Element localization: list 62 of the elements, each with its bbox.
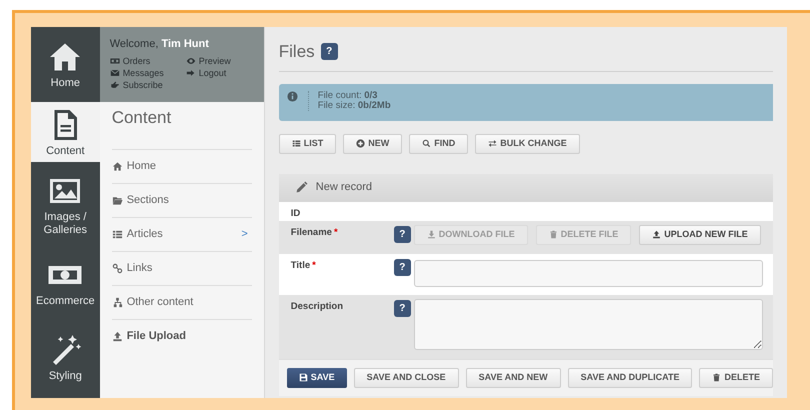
page-title: Files <box>278 41 315 63</box>
user-menu-link[interactable]: Subscribe <box>110 78 186 90</box>
action-button[interactable]: SAVE AND DUPLICATE <box>568 368 692 388</box>
search-icon <box>422 139 432 148</box>
nav-item[interactable]: Other content <box>112 286 252 320</box>
required-mark: * <box>312 258 316 272</box>
sitemap-icon <box>112 296 123 308</box>
swap-arrows-icon <box>488 139 498 148</box>
toolbar-button[interactable]: LIST <box>278 134 336 154</box>
submenu-arrow: > <box>241 226 249 242</box>
toolbar-button[interactable]: NEW <box>343 134 402 154</box>
nav-item[interactable]: Links <box>112 252 252 286</box>
file-button[interactable]: UPLOAD NEW FILE <box>639 224 761 244</box>
upload-icon <box>112 331 123 342</box>
welcome-text: Welcome, Tim Hunt <box>110 37 210 52</box>
field-label: Description <box>290 300 344 314</box>
info-text: File size: 0b/2Mb <box>318 100 391 110</box>
link-icon <box>112 262 123 274</box>
user-menu-link[interactable]: Messages <box>110 66 186 78</box>
toolbar-button[interactable]: FIND <box>409 134 468 154</box>
pencil-icon <box>294 181 308 194</box>
banknote-icon <box>110 56 120 66</box>
trash-icon <box>712 373 722 382</box>
field-label: ID <box>290 206 300 220</box>
trash-icon <box>548 230 558 239</box>
nav-item[interactable]: File Upload <box>112 320 252 354</box>
help-button[interactable]: ? <box>394 300 411 316</box>
action-button[interactable]: SAVE AND CLOSE <box>354 368 459 388</box>
plus-icon <box>356 139 366 148</box>
action-button[interactable]: DELETE <box>699 368 773 388</box>
rail-item[interactable]: Content <box>31 102 100 162</box>
field-label: Title <box>290 258 310 272</box>
upload-icon <box>652 230 662 239</box>
house-icon <box>112 160 123 172</box>
envelope-icon <box>110 68 120 78</box>
action-button[interactable]: SAVE AND NEW <box>466 368 561 388</box>
nav-item[interactable]: Sections <box>112 184 252 218</box>
panel-title: New record <box>316 180 372 196</box>
user-menu-link[interactable]: Logout <box>186 66 254 78</box>
help-button[interactable]: ? <box>394 258 411 276</box>
text-input[interactable] <box>414 260 763 286</box>
help-button[interactable]: ? <box>320 43 338 60</box>
toolbar-button[interactable]: BULK CHANGE <box>475 134 580 154</box>
action-button[interactable]: SAVE <box>286 368 347 388</box>
info-text: File count: 0/3 <box>318 90 378 100</box>
user-menu-link[interactable]: Orders <box>110 54 186 66</box>
nav-item[interactable]: Home <box>112 150 252 184</box>
sign-out-icon <box>186 68 196 78</box>
download-icon <box>426 230 436 239</box>
eye-icon <box>186 56 196 66</box>
nav-item[interactable]: Articles > <box>112 218 252 252</box>
list-icon <box>292 139 301 148</box>
user-menu-link[interactable]: Preview <box>186 54 254 66</box>
section-title: Content <box>112 102 252 150</box>
pointing-hand-icon <box>110 80 120 90</box>
folder-icon <box>112 194 123 206</box>
required-mark: * <box>334 226 338 240</box>
info-icon <box>286 90 298 102</box>
description-textarea[interactable] <box>414 298 763 350</box>
help-button[interactable]: ? <box>394 226 411 242</box>
list-icon <box>112 228 123 240</box>
field-label: Filename <box>290 226 332 240</box>
